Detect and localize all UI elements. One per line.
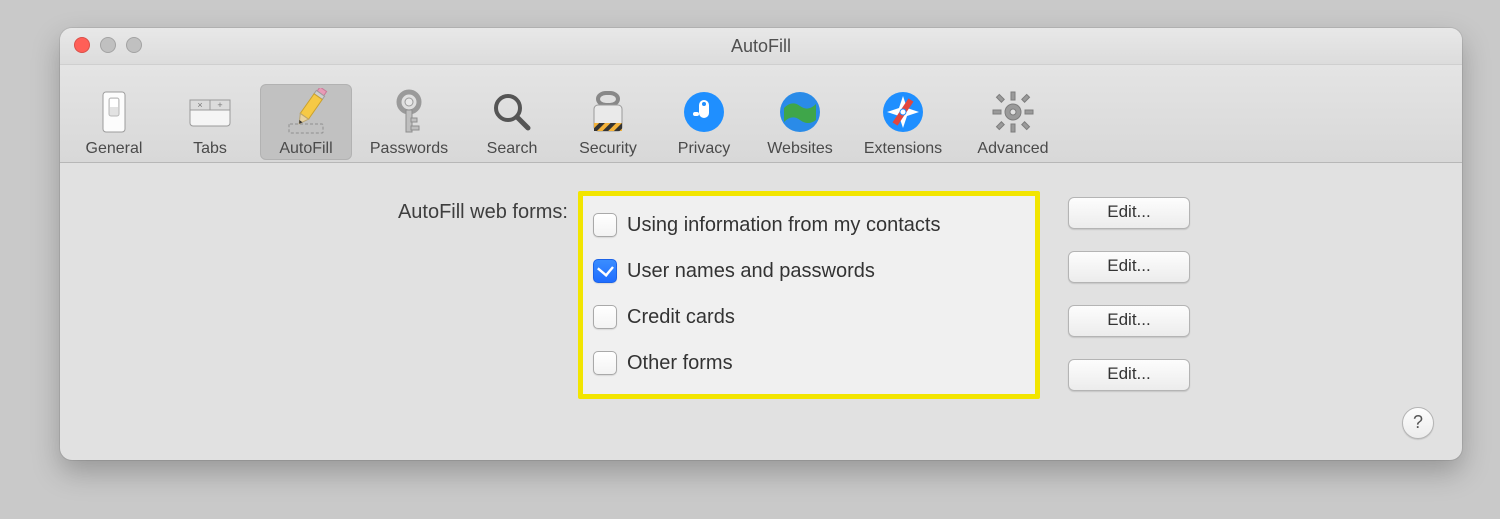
option-label: Other forms	[627, 352, 733, 375]
advanced-icon	[989, 88, 1037, 136]
toolbar-item-search[interactable]: Search	[466, 84, 558, 160]
toolbar-item-extensions[interactable]: Extensions	[850, 84, 956, 160]
window-minimize-button[interactable]	[100, 37, 116, 53]
traffic-lights	[74, 37, 142, 53]
toolbar-item-tabs[interactable]: × + Tabs	[164, 84, 256, 160]
help-button[interactable]: ?	[1402, 407, 1434, 439]
toolbar-item-security[interactable]: Security	[562, 84, 654, 160]
extensions-icon	[879, 88, 927, 136]
option-usernames-passwords: User names and passwords	[593, 248, 1025, 294]
toolbar-item-general[interactable]: General	[68, 84, 160, 160]
toolbar-item-autofill[interactable]: AutoFill	[260, 84, 352, 160]
autofill-icon	[282, 88, 330, 136]
window-close-button[interactable]	[74, 37, 90, 53]
security-icon	[584, 88, 632, 136]
toolbar-label: Advanced	[977, 140, 1048, 158]
privacy-icon	[680, 88, 728, 136]
titlebar: AutoFill	[60, 28, 1462, 65]
checkbox-credit-cards[interactable]	[593, 305, 617, 329]
autofill-pane: AutoFill web forms: Using information fr…	[60, 163, 1462, 460]
search-icon	[488, 88, 536, 136]
option-credit-cards: Credit cards	[593, 294, 1025, 340]
svg-text:+: +	[217, 100, 222, 110]
toolbar-label: Security	[579, 140, 637, 158]
svg-text:×: ×	[197, 100, 202, 110]
toolbar-label: Tabs	[193, 140, 227, 158]
preferences-window: AutoFill General × +	[60, 28, 1462, 460]
option-label: Using information from my contacts	[627, 214, 940, 237]
option-other-forms: Other forms	[593, 340, 1025, 386]
general-icon	[90, 88, 138, 136]
toolbar-item-advanced[interactable]: Advanced	[960, 84, 1066, 160]
option-contacts: Using information from my contacts	[593, 202, 1025, 248]
edit-contacts-button[interactable]: Edit...	[1068, 197, 1190, 229]
websites-icon	[776, 88, 824, 136]
checkbox-other-forms[interactable]	[593, 351, 617, 375]
window-title: AutoFill	[60, 28, 1462, 64]
toolbar-item-passwords[interactable]: Passwords	[356, 84, 462, 160]
option-label: Credit cards	[627, 306, 735, 329]
passwords-icon	[385, 88, 433, 136]
edit-passwords-button[interactable]: Edit...	[1068, 251, 1190, 283]
window-zoom-button[interactable]	[126, 37, 142, 53]
preferences-toolbar: General × + Tabs	[60, 65, 1462, 163]
toolbar-item-privacy[interactable]: Privacy	[658, 84, 750, 160]
toolbar-label: Search	[487, 140, 538, 158]
toolbar-label: Websites	[767, 140, 833, 158]
autofill-options-group: Using information from my contacts User …	[578, 191, 1040, 399]
tabs-icon: × +	[186, 88, 234, 136]
edit-other-forms-button[interactable]: Edit...	[1068, 359, 1190, 391]
toolbar-label: Passwords	[370, 140, 448, 158]
toolbar-label: General	[86, 140, 143, 158]
toolbar-item-websites[interactable]: Websites	[754, 84, 846, 160]
checkbox-usernames-passwords[interactable]	[593, 259, 617, 283]
section-label: AutoFill web forms:	[84, 191, 578, 224]
toolbar-label: Extensions	[864, 140, 942, 158]
edit-credit-cards-button[interactable]: Edit...	[1068, 305, 1190, 337]
toolbar-label: Privacy	[678, 140, 730, 158]
checkbox-contacts[interactable]	[593, 213, 617, 237]
edit-buttons-column: Edit... Edit... Edit... Edit...	[1040, 191, 1190, 391]
option-label: User names and passwords	[627, 260, 875, 283]
toolbar-label: AutoFill	[279, 140, 332, 158]
